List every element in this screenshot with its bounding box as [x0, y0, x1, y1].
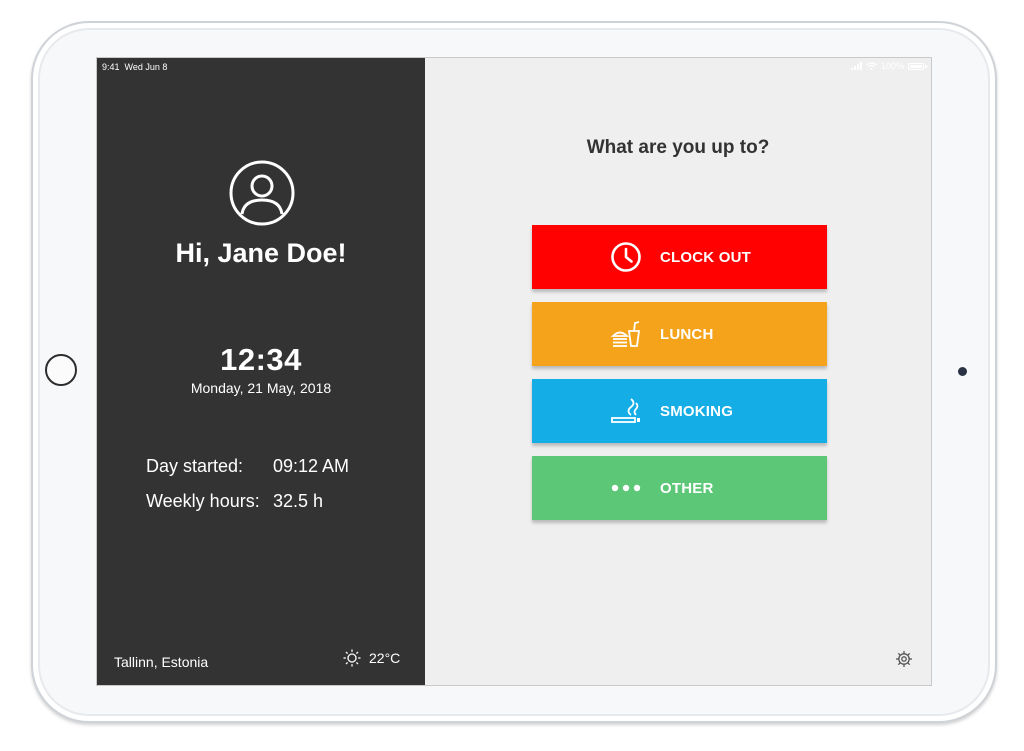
lunch-button[interactable]: LUNCH	[532, 302, 827, 366]
action-panel: What are you up to? CLOCK OUT LUNCH SMOK…	[425, 58, 931, 685]
weekly-hours-value: 32.5 h	[273, 491, 324, 511]
day-started-label: Day started:	[146, 456, 244, 476]
day-started-value: 09:12 AM	[273, 456, 350, 476]
front-camera	[958, 367, 967, 376]
battery-icon	[908, 62, 924, 70]
status-bar: 9:41 Wed Jun 8 100%	[97, 58, 931, 76]
status-indicators: 100%	[850, 61, 927, 71]
other-label: OTHER	[660, 480, 714, 497]
app-screen: 9:41 Wed Jun 8 100% Hi, Jane Doe! 12:34 …	[96, 57, 932, 686]
battery-percent: 100%	[880, 61, 904, 71]
status-date: Wed Jun 8	[124, 62, 168, 72]
weather-temperature: 22°C	[369, 650, 401, 666]
current-time: 12:34	[220, 342, 302, 377]
clock-icon	[611, 242, 641, 272]
weather-widget: 22°C	[343, 649, 400, 667]
wifi-icon	[866, 62, 877, 70]
greeting: Hi, Jane Doe!	[175, 238, 347, 268]
home-button[interactable]	[45, 354, 77, 386]
sun-icon	[343, 649, 361, 667]
clock-out-label: CLOCK OUT	[660, 249, 751, 266]
user-circle-icon	[229, 160, 295, 226]
smoking-button[interactable]: SMOKING	[532, 379, 827, 443]
status-time: 9:41	[102, 62, 120, 72]
prompt-question: What are you up to?	[586, 137, 770, 158]
smoking-label: SMOKING	[660, 403, 734, 420]
signal-icon	[850, 62, 862, 70]
lunch-icon	[610, 321, 641, 347]
current-date: Monday, 21 May, 2018	[190, 380, 332, 396]
weekly-hours-label: Weekly hours:	[146, 491, 260, 511]
weather-location: Tallinn, Estonia	[114, 654, 209, 670]
smoking-icon	[611, 398, 640, 423]
more-dots-icon	[611, 484, 641, 492]
other-button[interactable]: OTHER	[532, 456, 827, 520]
clock-out-button[interactable]: CLOCK OUT	[532, 225, 827, 289]
employee-panel: Hi, Jane Doe! 12:34 Monday, 21 May, 2018…	[97, 58, 425, 685]
gear-icon[interactable]	[895, 650, 913, 668]
lunch-label: LUNCH	[660, 326, 714, 343]
